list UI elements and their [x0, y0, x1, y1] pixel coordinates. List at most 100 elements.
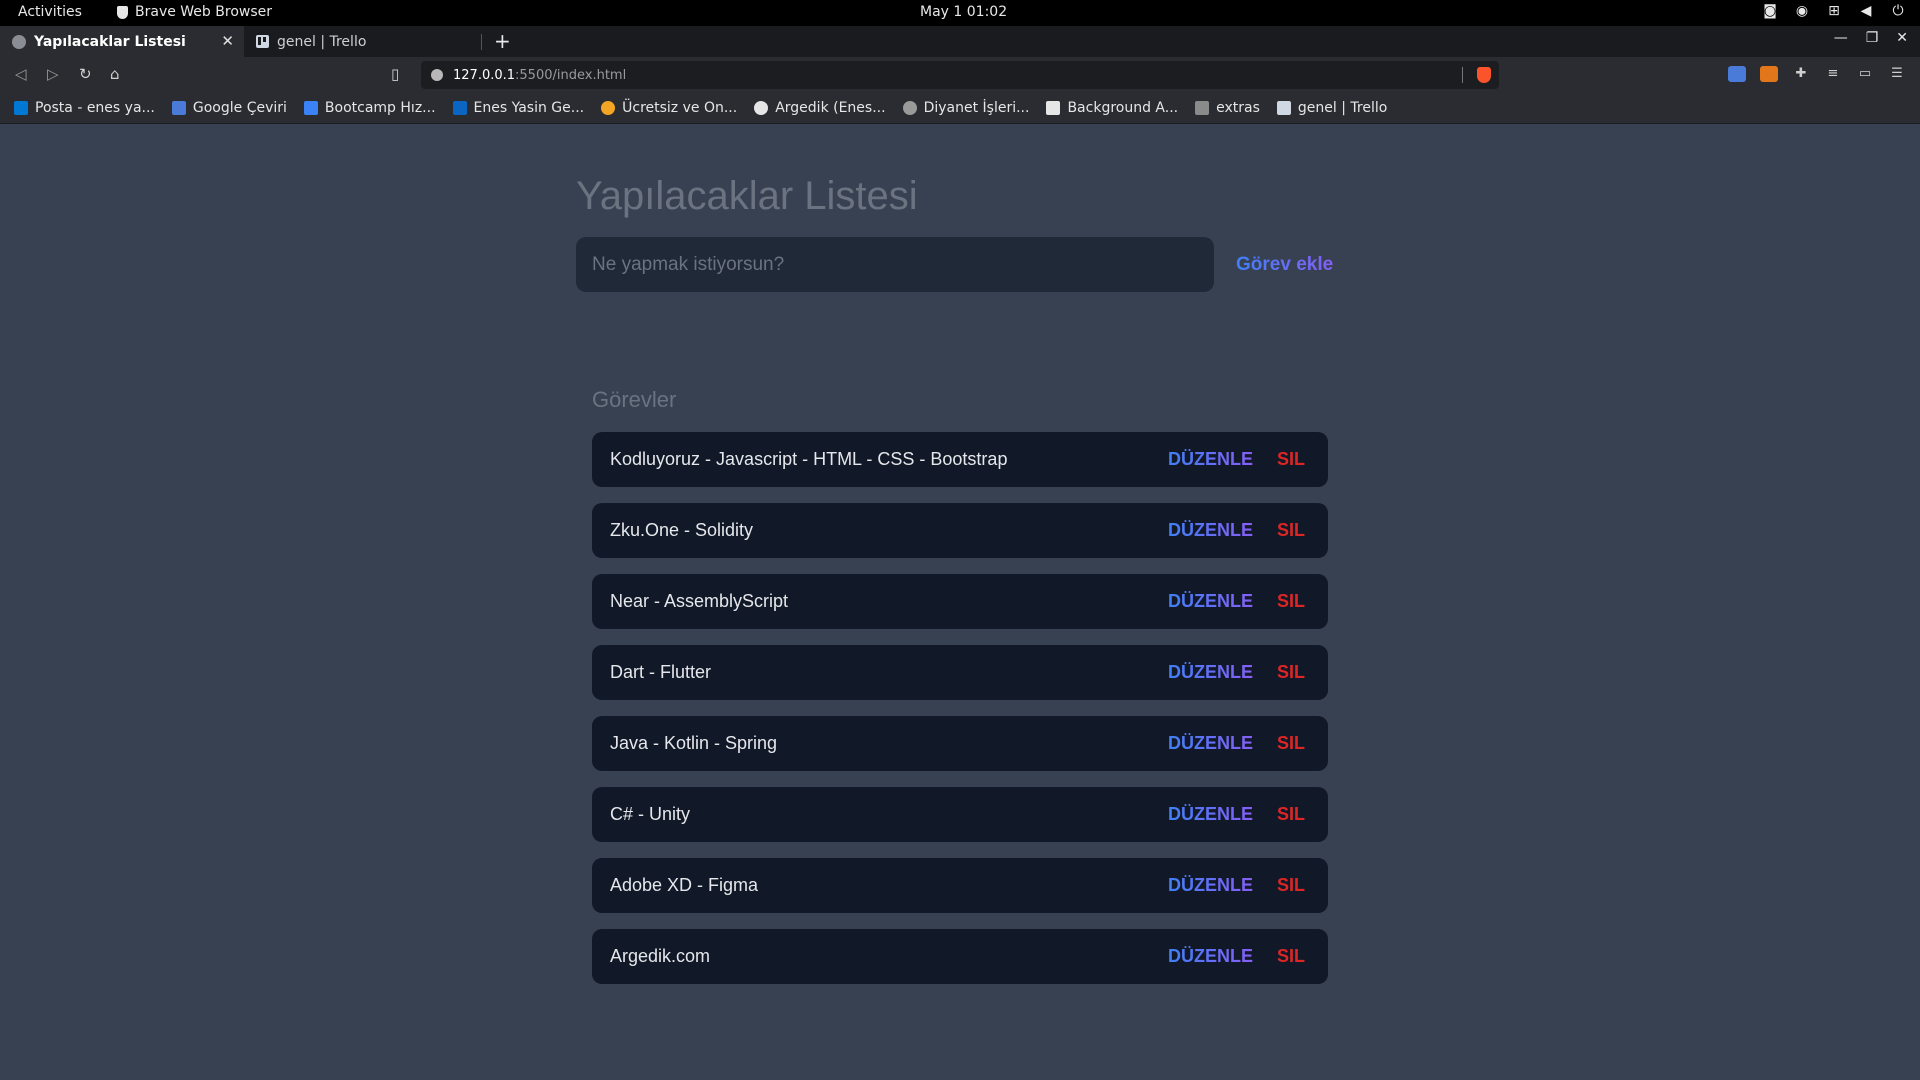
tasks-heading: Görevler	[592, 387, 677, 412]
edit-task-button[interactable]: DÜZENLE	[1162, 800, 1259, 829]
task-text: Adobe XD - Figma	[610, 875, 759, 895]
close-window-icon[interactable]: ✕	[1896, 30, 1908, 46]
tab-separator	[481, 34, 482, 50]
bookmark-item[interactable]: genel | Trello	[1276, 100, 1388, 116]
system-tray[interactable]: ◙ ◉ ⊞ ◀ ⏻	[1762, 3, 1906, 19]
wallet-icon[interactable]: ▭	[1856, 66, 1874, 82]
delete-task-button[interactable]: SIL	[1271, 516, 1311, 545]
task-item: Argedik.com DÜZENLE SIL	[592, 929, 1328, 984]
task-text: Argedik.com	[610, 946, 711, 966]
task-item: Near - AssemblyScript DÜZENLE SIL	[592, 574, 1328, 629]
bookmark-icon[interactable]: ▯	[391, 65, 399, 83]
url-host: 127.0.0.1	[453, 67, 516, 83]
metamask-icon[interactable]	[1760, 66, 1778, 82]
bookmark-item[interactable]: Bootcamp Hız...	[303, 100, 436, 116]
restore-icon[interactable]: ❐	[1866, 30, 1879, 46]
github-icon	[754, 101, 769, 115]
delete-task-button[interactable]: SIL	[1271, 658, 1311, 687]
task-text: C# - Unity	[610, 804, 691, 824]
brave-shields-icon[interactable]	[1477, 67, 1491, 83]
bookmark-label: Posta - enes ya...	[35, 100, 155, 116]
menu-icon[interactable]: ☰	[1888, 66, 1906, 82]
bookmark-label: Argedik (Enes...	[775, 100, 886, 116]
bookmark-item[interactable]: Enes Yasin Ge...	[452, 100, 585, 116]
window-controls: — ❐ ✕	[1834, 30, 1908, 46]
clock[interactable]: May 1 01:02	[920, 4, 1007, 20]
task-item: Java - Kotlin - Spring DÜZENLE SIL	[592, 716, 1328, 771]
minimize-icon[interactable]: —	[1834, 30, 1848, 46]
delete-task-button[interactable]: SIL	[1271, 445, 1311, 474]
delete-task-button[interactable]: SIL	[1271, 871, 1311, 900]
activities-button[interactable]: Activities	[18, 4, 82, 20]
tab-yapilacaklar[interactable]: Yapılacaklar Listesi ✕	[0, 26, 244, 57]
task-text: Kodluyoruz - Javascript - HTML - CSS - B…	[610, 449, 1008, 469]
task-input[interactable]	[576, 237, 1214, 292]
task-list: Kodluyoruz - Javascript - HTML - CSS - B…	[592, 432, 1328, 1000]
url-divider	[1462, 67, 1463, 83]
new-tab-icon[interactable]: +	[494, 29, 511, 53]
page-title: Yapılacaklar Listesi	[576, 174, 918, 218]
app-name-label: Brave Web Browser	[135, 4, 272, 20]
folder-icon	[1195, 101, 1210, 115]
site-info-icon[interactable]	[431, 69, 443, 81]
delete-task-button[interactable]: SIL	[1271, 587, 1311, 616]
back-icon[interactable]: ◁	[15, 65, 27, 83]
edit-task-button[interactable]: DÜZENLE	[1162, 587, 1259, 616]
tab-title: genel | Trello	[277, 33, 367, 50]
edit-task-button[interactable]: DÜZENLE	[1162, 516, 1259, 545]
bookmark-label: Bootcamp Hız...	[324, 100, 436, 116]
task-text: Dart - Flutter	[610, 662, 712, 682]
extensions-puzzle-icon[interactable]: ✚	[1792, 66, 1810, 82]
bookmark-item[interactable]: Argedik (Enes...	[754, 100, 886, 116]
brave-lion-icon	[117, 5, 128, 19]
forward-icon[interactable]: ▷	[47, 65, 59, 83]
delete-task-button[interactable]: SIL	[1271, 800, 1311, 829]
bookmark-item[interactable]: Background A...	[1046, 100, 1178, 116]
bookmark-item[interactable]: Posta - enes ya...	[14, 100, 155, 116]
bookmark-item[interactable]: Google Çeviri	[171, 100, 287, 116]
reload-icon[interactable]: ↻	[79, 65, 92, 83]
todo-app: Yapılacaklar Listesi Görev ekle Görevler…	[0, 124, 1920, 1080]
bookmark-label: Background A...	[1067, 100, 1179, 116]
add-task-button[interactable]: Görev ekle	[1228, 237, 1341, 292]
bookmark-label: genel | Trello	[1297, 100, 1388, 116]
playlist-icon[interactable]: ≡	[1824, 66, 1842, 82]
network-icon[interactable]: ⊞	[1826, 3, 1842, 19]
system-top-bar: Activities Brave Web Browser May 1 01:02…	[0, 0, 1920, 26]
tab-title: Yapılacaklar Listesi	[34, 33, 186, 50]
steam-icon[interactable]: ◉	[1794, 3, 1810, 19]
home-icon[interactable]: ⌂	[110, 65, 120, 83]
bookmarks-bar: Posta - enes ya... Google Çeviri Bootcamp …	[0, 93, 1920, 124]
task-text: Java - Kotlin - Spring	[610, 733, 778, 753]
task-item: Dart - Flutter DÜZENLE SIL	[592, 645, 1328, 700]
close-tab-icon[interactable]: ✕	[221, 32, 234, 50]
task-item: Zku.One - Solidity DÜZENLE SIL	[592, 503, 1328, 558]
translate-extension-icon[interactable]	[1728, 66, 1746, 82]
notion-icon	[1046, 101, 1061, 115]
edit-task-button[interactable]: DÜZENLE	[1162, 942, 1259, 971]
bookmark-item[interactable]: Diyanet İşleri...	[902, 100, 1029, 116]
bookmark-item[interactable]: Ücretsiz ve On...	[601, 100, 737, 116]
edit-task-button[interactable]: DÜZENLE	[1162, 658, 1259, 687]
edit-task-button[interactable]: DÜZENLE	[1162, 445, 1259, 474]
power-icon[interactable]: ⏻	[1890, 3, 1906, 19]
bookmark-label: Enes Yasin Ge...	[473, 100, 585, 116]
app-menu[interactable]: Brave Web Browser	[117, 4, 272, 20]
translate-icon	[171, 101, 186, 115]
bookmark-label: Google Çeviri	[192, 100, 287, 116]
browser-toolbar: ◁ ▷ ↻ ⌂ ▯ 127.0.0.1:5500/index.html ✚ ≡ …	[0, 57, 1920, 93]
tab-trello[interactable]: genel | Trello	[244, 26, 482, 57]
delete-task-button[interactable]: SIL	[1271, 729, 1311, 758]
bookmark-item[interactable]: extras	[1195, 100, 1260, 116]
linkedin-icon	[452, 101, 467, 115]
trello-icon	[256, 35, 269, 48]
edit-task-button[interactable]: DÜZENLE	[1162, 871, 1259, 900]
volume-icon[interactable]: ◀	[1858, 3, 1874, 19]
circle-icon	[601, 101, 616, 115]
delete-task-button[interactable]: SIL	[1271, 942, 1311, 971]
address-bar[interactable]: 127.0.0.1:5500/index.html	[421, 61, 1499, 89]
discord-icon[interactable]: ◙	[1762, 3, 1778, 19]
edit-task-button[interactable]: DÜZENLE	[1162, 729, 1259, 758]
bootcamp-icon	[303, 101, 318, 115]
tab-strip: Yapılacaklar Listesi ✕ genel | Trello + …	[0, 26, 1920, 57]
